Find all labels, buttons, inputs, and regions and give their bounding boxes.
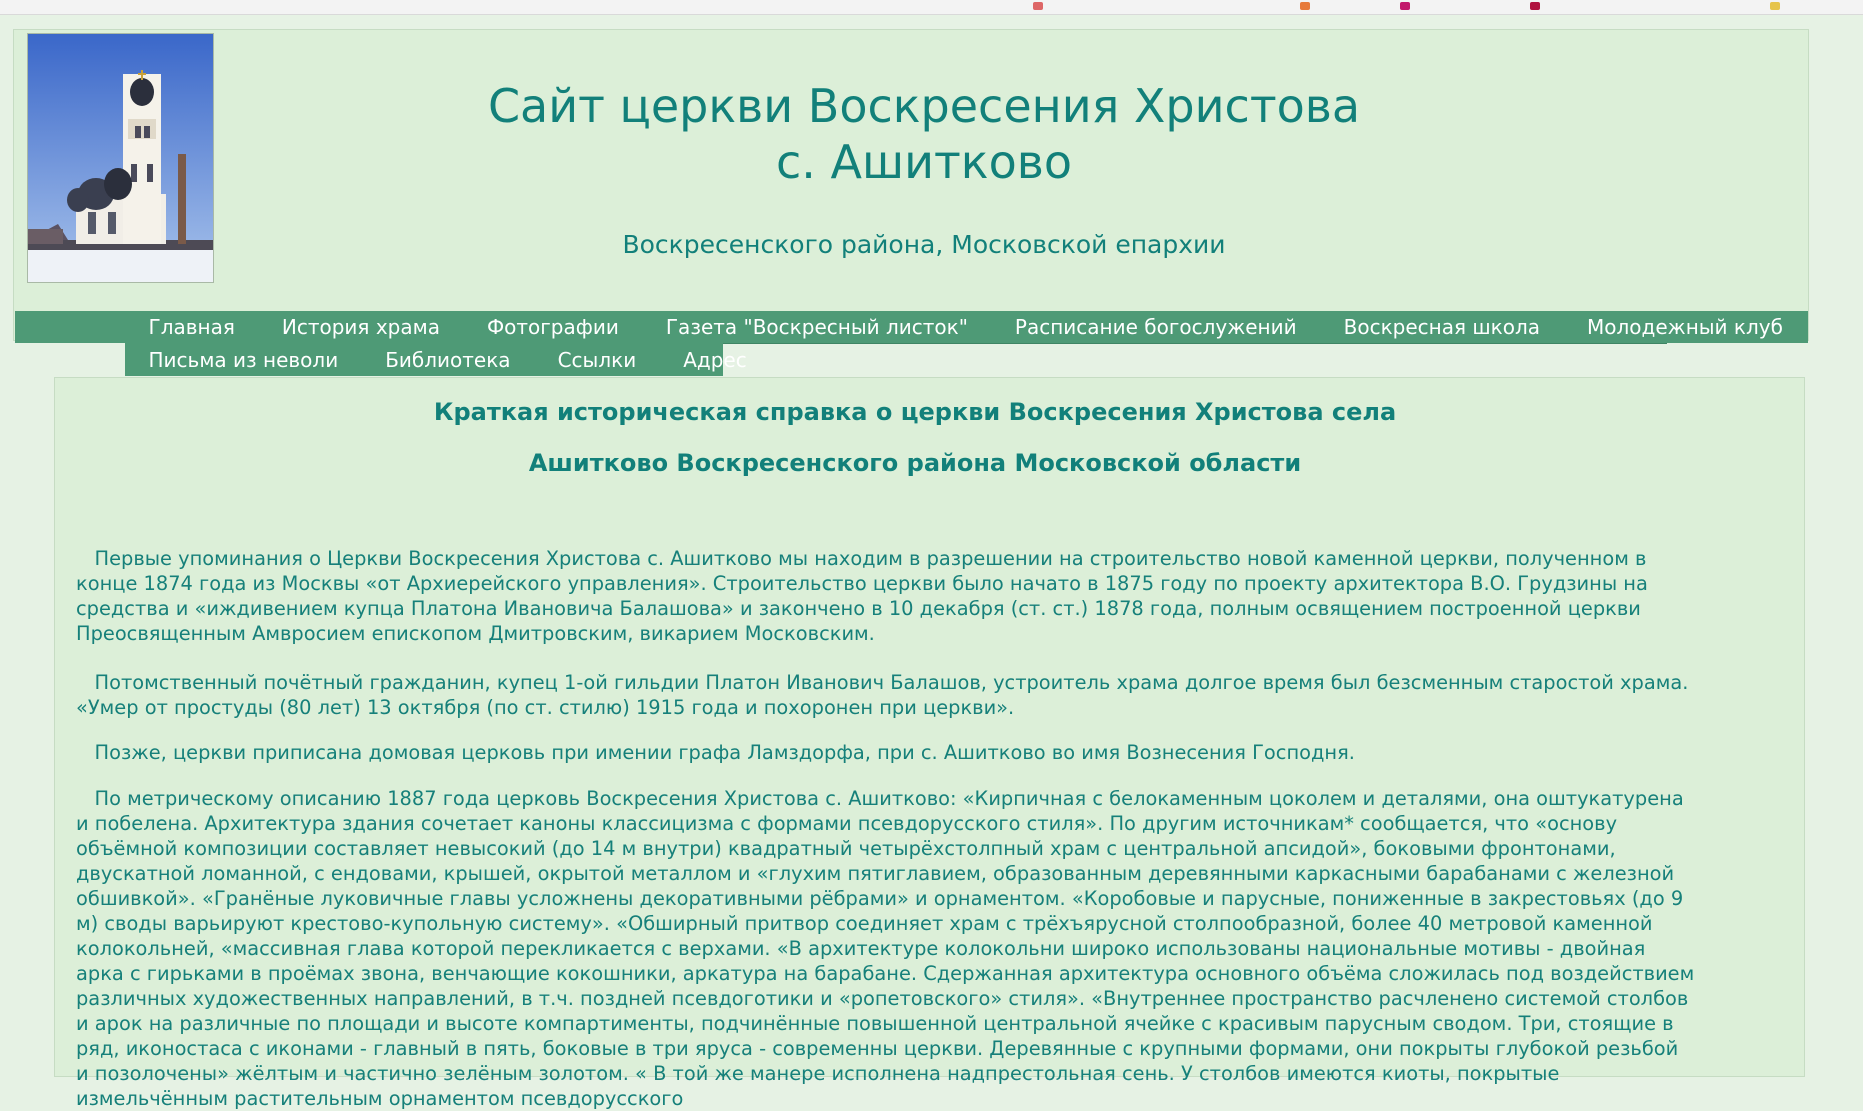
- article-heading: Краткая историческая справка о церкви Во…: [433, 398, 1397, 426]
- article-heading-line-2: Ашитково Воскресенского района Московско…: [528, 449, 1302, 477]
- browser-bookmarks-strip: [0, 0, 1863, 15]
- site-header: Сайт церкви Воскресения Христова с. Ашит…: [13, 29, 1809, 341]
- church-photo: [27, 33, 214, 283]
- article-paragraph: Позже, церкви приписана домовая церковь …: [76, 741, 1355, 764]
- bookmark-icon: [1400, 2, 1410, 10]
- site-title-village: с. Ашитково: [776, 135, 1072, 189]
- nav-item-links[interactable]: Ссылки: [534, 344, 660, 376]
- nav-item-letters[interactable]: Письма из неволи: [125, 344, 362, 376]
- bookmark-icon: [1300, 2, 1310, 10]
- nav-item-address[interactable]: Адрес: [660, 344, 771, 376]
- nav-item-history[interactable]: История храма: [258, 311, 463, 343]
- article-paragraph: По метрическому описанию 1887 года церко…: [76, 787, 1701, 1110]
- main-menu-row-2: Письма из неволи Библиотека Ссылки Адрес: [125, 343, 747, 376]
- site-title: Сайт церкви Воскресения Христова: [487, 79, 1361, 133]
- site-subtitle: Воскресенского района, Московской епархи…: [622, 230, 1226, 259]
- article-panel: Краткая историческая справка о церкви Во…: [54, 377, 1805, 1110]
- article-paragraph: Потомственный почётный гражданин, купец …: [76, 671, 1695, 719]
- bookmark-icon: [1530, 2, 1540, 10]
- main-menu-row-1: Главная История храма Фотографии Газета …: [125, 311, 1783, 344]
- bookmark-icon: [1770, 2, 1780, 10]
- nav-item-library[interactable]: Библиотека: [362, 344, 534, 376]
- nav-item-home[interactable]: Главная: [125, 311, 258, 343]
- article-paragraph: Первые упоминания о Церкви Воскресения Х…: [76, 547, 1655, 645]
- nav-item-photos[interactable]: Фотографии: [463, 311, 642, 343]
- bookmark-icon: [1033, 2, 1043, 10]
- nav-item-schedule[interactable]: Расписание богослужений: [991, 311, 1320, 343]
- nav-item-sunday-school[interactable]: Воскресная школа: [1320, 311, 1563, 343]
- nav-item-newspaper[interactable]: Газета "Воскресный листок": [642, 311, 991, 343]
- nav-item-youth-club[interactable]: Молодежный клуб: [1564, 311, 1807, 343]
